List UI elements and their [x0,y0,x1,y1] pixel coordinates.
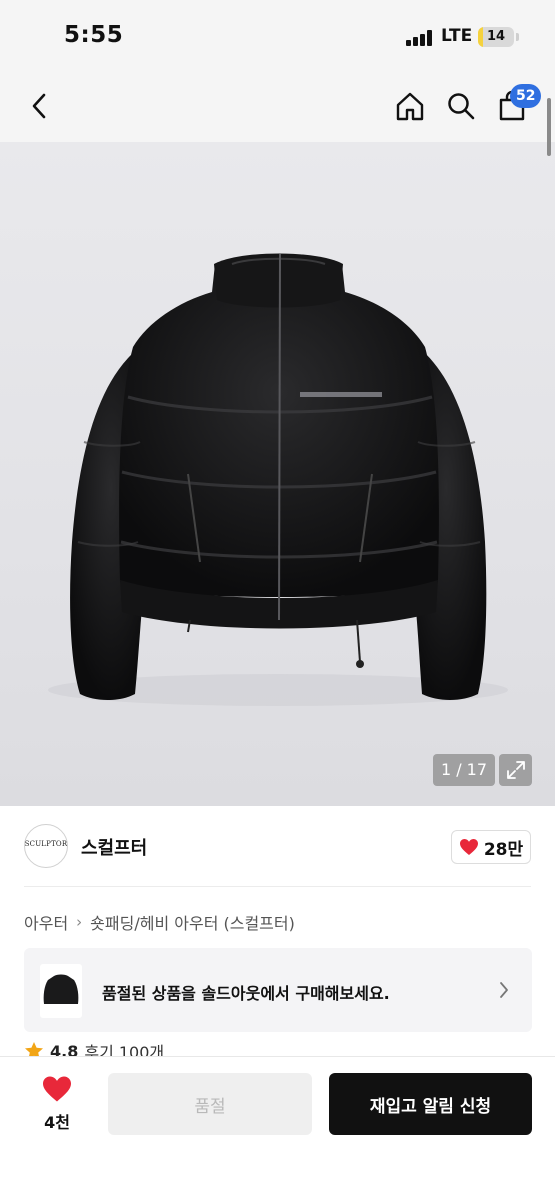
restock-alert-button[interactable]: 재입고 알림 신청 [329,1073,532,1135]
promo-text: 품절된 상품을 솔드아웃에서 구매해보세요. [102,984,390,1003]
brand-row[interactable]: SCULPTOR 스컬프터 28만 [0,806,555,886]
breadcrumb: 아우터 › 숏패딩/헤비 아우터 (스컬프터) [24,910,295,934]
breadcrumb-item-padding[interactable]: 숏패딩/헤비 아우터 (스컬프터) [90,910,295,934]
search-button[interactable] [441,86,481,126]
heart-icon [459,839,478,855]
heart-icon [43,1076,71,1102]
product-image[interactable] [0,142,555,806]
back-button[interactable] [20,86,60,126]
home-icon [396,92,424,121]
brand-like-count: 28만 [483,839,524,860]
battery-level: 14 [486,29,506,44]
network-label: LTE [441,26,473,46]
soldout-button: 품절 [108,1073,312,1135]
expand-icon [506,761,525,779]
promo-thumbnail [40,964,82,1018]
soldout-promo-banner[interactable]: 품절된 상품을 솔드아웃에서 구매해보세요. [24,948,532,1032]
search-icon [448,93,475,120]
expand-button[interactable] [499,754,532,786]
brand-like-button[interactable]: 28만 [451,830,531,864]
battery-cap [516,33,519,41]
jacket-image [48,253,508,706]
wishlist-button[interactable] [41,1075,73,1107]
brand-logo-text: SCULPTOR [24,839,68,848]
wishlist-count: 4천 [44,1113,70,1132]
breadcrumb-item-outer[interactable]: 아우터 [24,910,68,934]
image-counter: 1 / 17 [433,754,495,786]
battery-icon: 14 [478,27,514,47]
chevron-left-icon [32,93,46,119]
chevron-right-icon: › [76,913,83,931]
nav-bar [0,72,555,142]
home-button[interactable] [390,86,430,126]
brand-logo[interactable]: SCULPTOR [24,824,68,868]
jacket-thumbnail-icon [43,974,79,1004]
status-time: 5:55 [64,22,124,48]
brand-name[interactable]: 스컬프터 [81,834,147,860]
scrollbar[interactable] [547,98,551,156]
cart-badge: 52 [510,84,542,108]
chevron-right-icon [498,981,510,1003]
status-bar: 5:55 LTE 14 [0,0,555,72]
bottom-action-bar: 4천 품절 재입고 알림 신청 [0,1056,555,1200]
signal-icon [406,30,436,46]
divider [24,886,531,887]
